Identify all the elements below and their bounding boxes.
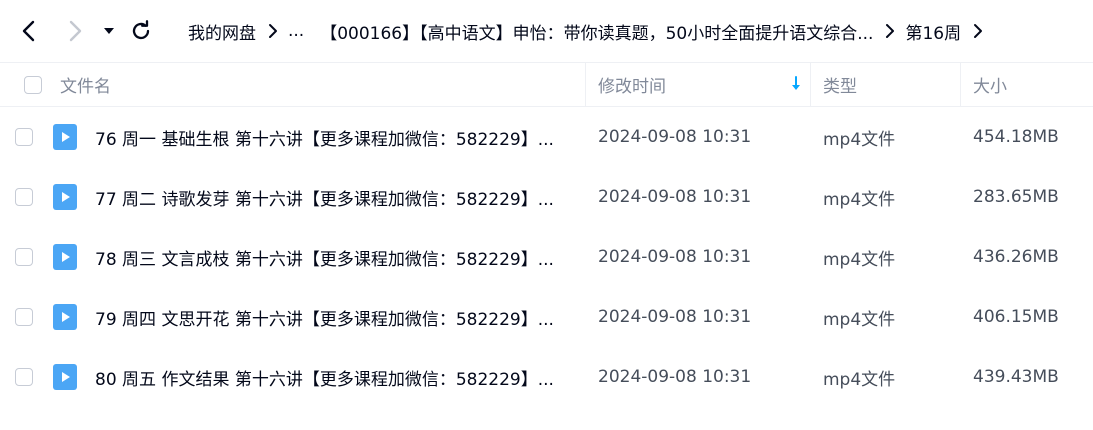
row-checkbox-cell[interactable] (15, 107, 33, 167)
column-divider (810, 63, 811, 106)
row-checkbox-cell[interactable] (15, 167, 33, 227)
breadcrumb-item-course[interactable]: 【000166】【高中语文】申怡：带你读真题，50小时全面提升语文综合... (320, 19, 873, 44)
video-file-icon (52, 227, 78, 287)
column-header-name[interactable]: 文件名 (60, 63, 111, 106)
row-checkbox[interactable] (15, 368, 33, 386)
video-file-icon (52, 107, 78, 167)
file-modified: 2024-09-08 10:31 (598, 367, 752, 387)
video-file-icon (52, 287, 78, 347)
file-name[interactable]: 76 周一 基础生根 第十六讲【更多课程加微信：582229】... (95, 107, 554, 167)
breadcrumb-item-ellipsis[interactable]: ... (288, 21, 304, 41)
breadcrumb-item-current[interactable]: 第16周 (905, 19, 961, 44)
file-size: 439.43MB (973, 367, 1059, 387)
column-header-size[interactable]: 大小 (973, 63, 1007, 106)
row-checkbox-cell[interactable] (15, 287, 33, 347)
toolbar: 我的网盘 ... 【000166】【高中语文】申怡：带你读真题，50小时全面提升… (0, 0, 1093, 62)
select-all-checkbox[interactable] (24, 75, 42, 94)
file-type: mp4文件 (823, 189, 896, 210)
history-dropdown-button[interactable] (96, 16, 122, 46)
file-modified: 2024-09-08 10:31 (598, 127, 752, 147)
file-row[interactable]: 79 周四 文思开花 第十六讲【更多课程加微信：582229】... 2024-… (0, 287, 1093, 347)
file-type: mp4文件 (823, 249, 896, 270)
column-divider (585, 63, 586, 106)
file-size: 406.15MB (973, 307, 1059, 327)
file-modified: 2024-09-08 10:31 (598, 307, 752, 327)
file-list-header: 文件名 修改时间 类型 大小 (0, 62, 1093, 107)
row-checkbox[interactable] (15, 308, 33, 326)
file-name[interactable]: 77 周二 诗歌发芽 第十六讲【更多课程加微信：582229】... (95, 167, 554, 227)
file-row[interactable]: 78 周三 文言成枝 第十六讲【更多课程加微信：582229】... 2024-… (0, 227, 1093, 287)
breadcrumb-separator-icon (268, 23, 278, 39)
breadcrumb: 我的网盘 ... 【000166】【高中语文】申怡：带你读真题，50小时全面提升… (188, 0, 993, 62)
breadcrumb-item-root[interactable]: 我的网盘 (188, 19, 256, 44)
refresh-button[interactable] (126, 16, 156, 46)
file-size: 454.18MB (973, 127, 1059, 147)
video-file-icon (52, 167, 78, 227)
chevron-right-icon (69, 20, 82, 42)
file-name[interactable]: 80 周五 作文结果 第十六讲【更多课程加微信：582229】... (95, 347, 554, 407)
file-row[interactable]: 80 周五 作文结果 第十六讲【更多课程加微信：582229】... 2024-… (0, 347, 1093, 407)
breadcrumb-separator-icon (885, 23, 895, 39)
file-size: 436.26MB (973, 247, 1059, 267)
file-name[interactable]: 79 周四 文思开花 第十六讲【更多课程加微信：582229】... (95, 287, 554, 347)
row-checkbox-cell[interactable] (15, 227, 33, 287)
file-modified: 2024-09-08 10:31 (598, 247, 752, 267)
column-divider (960, 63, 961, 106)
select-all-checkbox-cell[interactable] (24, 63, 42, 106)
file-row[interactable]: 77 周二 诗歌发芽 第十六讲【更多课程加微信：582229】... 2024-… (0, 167, 1093, 227)
row-checkbox[interactable] (15, 188, 33, 206)
column-header-type[interactable]: 类型 (823, 63, 857, 106)
back-button[interactable] (14, 16, 44, 46)
caret-down-icon (104, 28, 114, 34)
file-size: 283.65MB (973, 187, 1059, 207)
file-type: mp4文件 (823, 129, 896, 150)
file-name[interactable]: 78 周三 文言成枝 第十六讲【更多课程加微信：582229】... (95, 227, 554, 287)
file-row[interactable]: 76 周一 基础生根 第十六讲【更多课程加微信：582229】... 2024-… (0, 107, 1093, 167)
refresh-icon (132, 20, 150, 40)
file-type: mp4文件 (823, 369, 896, 390)
file-modified: 2024-09-08 10:31 (598, 187, 752, 207)
video-file-icon (52, 347, 78, 407)
file-type: mp4文件 (823, 309, 896, 330)
column-header-modified[interactable]: 修改时间 (598, 63, 666, 106)
chevron-left-icon (22, 20, 35, 42)
row-checkbox[interactable] (15, 248, 33, 266)
breadcrumb-more-icon[interactable] (973, 23, 983, 39)
sort-descending-icon[interactable] (790, 76, 802, 92)
forward-button[interactable] (60, 16, 90, 46)
row-checkbox[interactable] (15, 128, 33, 146)
row-checkbox-cell[interactable] (15, 347, 33, 407)
